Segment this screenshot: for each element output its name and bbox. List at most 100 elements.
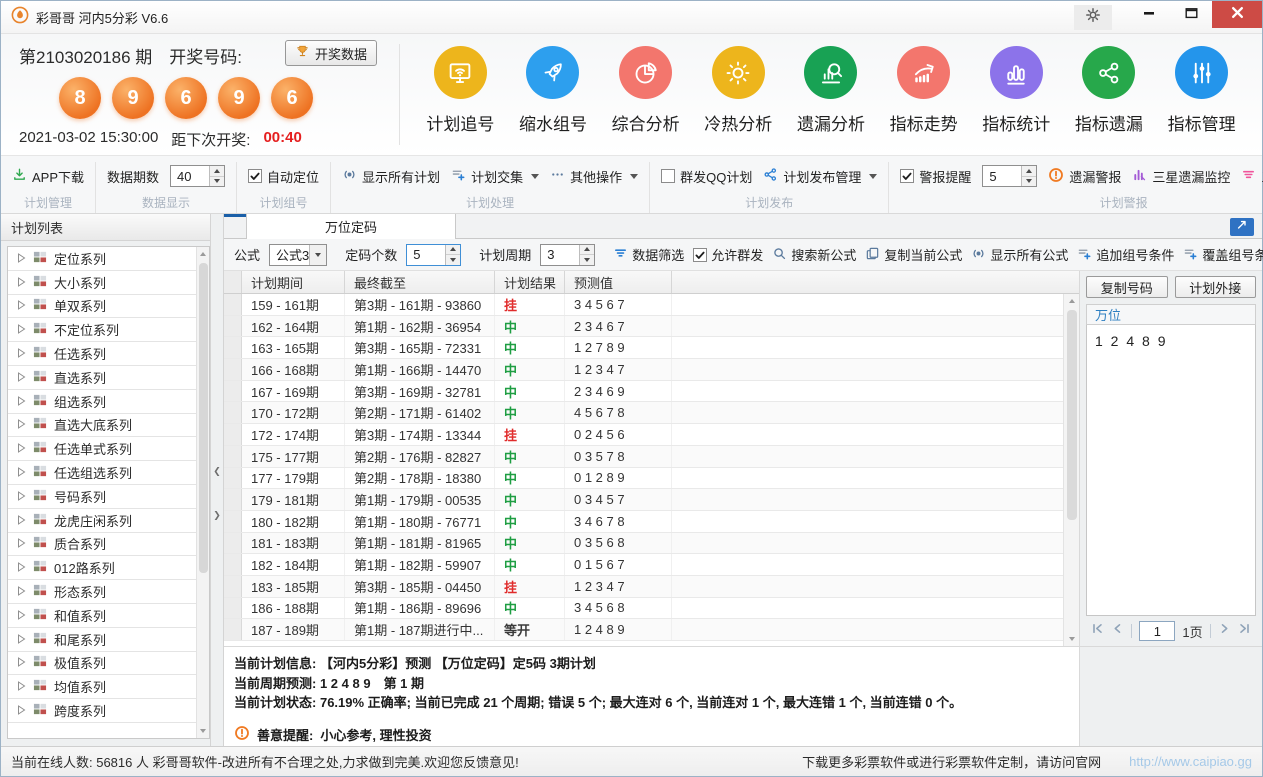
plan-publish-button[interactable]: 计划发布管理 <box>763 167 877 186</box>
table-row[interactable]: 183 - 185期 第3期 - 185期 - 04450 挂 1 2 3 4 … <box>224 576 1063 598</box>
row-selector-cell[interactable] <box>224 554 242 575</box>
app-shortcut[interactable]: 指标统计 <box>982 46 1050 135</box>
sidebar-series-item[interactable]: 跨度系列 <box>8 699 196 723</box>
copy-numbers-button[interactable]: 复制号码 <box>1086 276 1168 298</box>
sidebar-series-item[interactable]: 龙虎庄闲系列 <box>8 509 196 533</box>
expand-right-button[interactable]: ❯ <box>212 506 222 524</box>
table-row[interactable]: 159 - 161期 第3期 - 161期 - 93860 挂 3 4 5 6 … <box>224 294 1063 316</box>
formula-select[interactable]: 公式3 <box>269 244 327 266</box>
table-row[interactable]: 181 - 183期 第1期 - 181期 - 81965 中 0 3 5 6 … <box>224 533 1063 555</box>
expand-arrow-icon[interactable] <box>17 703 26 718</box>
show-all-plans-button[interactable]: 显示所有计划 <box>342 167 440 186</box>
table-row[interactable]: 180 - 182期 第1期 - 180期 - 76771 中 3 4 6 7 … <box>224 511 1063 533</box>
override-condition-button[interactable]: 覆盖组号条件 <box>1183 245 1263 264</box>
spin-down-button[interactable] <box>446 255 460 265</box>
row-selector-cell[interactable] <box>224 316 242 337</box>
expand-arrow-icon[interactable] <box>17 417 26 432</box>
scroll-up-icon[interactable] <box>197 247 209 261</box>
expand-arrow-icon[interactable] <box>17 513 26 528</box>
scrollbar-thumb[interactable] <box>199 263 208 573</box>
expand-arrow-icon[interactable] <box>17 655 26 670</box>
sidebar-series-item[interactable]: 形态系列 <box>8 580 196 604</box>
alert-remind-checkbox[interactable]: 警报提醒 <box>900 167 971 186</box>
row-selector-cell[interactable] <box>224 424 242 445</box>
fixed-count-spinbox[interactable]: 5 <box>406 244 461 266</box>
row-selector-cell[interactable] <box>224 598 242 619</box>
sidebar-scrollbar[interactable] <box>196 247 209 738</box>
sidebar-series-item[interactable]: 不定位系列 <box>8 318 196 342</box>
expand-arrow-icon[interactable] <box>17 298 26 313</box>
sidebar-series-item[interactable]: 和值系列 <box>8 604 196 628</box>
settings-button[interactable] <box>1074 5 1112 30</box>
append-condition-button[interactable]: 追加组号条件 <box>1077 245 1174 264</box>
row-selector-cell[interactable] <box>224 381 242 402</box>
predicted-numbers-box[interactable]: 1 2 4 8 9 <box>1086 325 1256 616</box>
app-shortcut[interactable]: 指标走势 <box>890 46 958 135</box>
data-periods-spinbox[interactable]: 40 <box>170 165 225 187</box>
spin-up-button[interactable] <box>1022 166 1036 177</box>
minimize-button[interactable] <box>1128 1 1170 28</box>
expand-arrow-icon[interactable] <box>17 465 26 480</box>
plan-cycle-spinbox[interactable]: 3 <box>540 244 595 266</box>
sidebar-series-item[interactable]: 任选系列 <box>8 342 196 366</box>
column-header[interactable]: 计划期间 <box>242 271 345 293</box>
table-row[interactable]: 175 - 177期 第2期 - 176期 - 82827 中 0 3 5 7 … <box>224 446 1063 468</box>
expand-arrow-icon[interactable] <box>17 370 26 385</box>
expand-arrow-icon[interactable] <box>17 441 26 456</box>
table-row[interactable]: 187 - 189期 第1期 - 187期进行中... 等开 1 2 4 8 9 <box>224 619 1063 641</box>
row-selector-cell[interactable] <box>224 576 242 597</box>
table-row[interactable]: 182 - 184期 第1期 - 182期 - 59907 中 0 1 5 6 … <box>224 554 1063 576</box>
expand-arrow-icon[interactable] <box>17 346 26 361</box>
data-filter-button[interactable]: 数据筛选 <box>613 245 684 264</box>
table-row[interactable]: 172 - 174期 第3期 - 174期 - 13344 挂 0 2 4 5 … <box>224 424 1063 446</box>
table-row[interactable]: 177 - 179期 第2期 - 178期 - 18380 中 0 1 2 8 … <box>224 468 1063 490</box>
draw-data-button[interactable]: 开奖数据 <box>285 40 377 66</box>
row-selector-cell[interactable] <box>224 511 242 532</box>
app-shortcut[interactable]: 计划追号 <box>426 46 494 135</box>
prev-page-button[interactable] <box>1111 622 1124 640</box>
sidebar-series-item[interactable]: 均值系列 <box>8 675 196 699</box>
sidebar-series-item[interactable]: 极值系列 <box>8 652 196 676</box>
row-selector-cell[interactable] <box>224 619 242 640</box>
expand-arrow-icon[interactable] <box>17 608 26 623</box>
row-selector-cell[interactable] <box>224 446 242 467</box>
sidebar-splitter[interactable]: ❮ ❯ <box>211 214 224 746</box>
app-shortcut[interactable]: 指标遗漏 <box>1075 46 1143 135</box>
sidebar-series-item[interactable]: 质合系列 <box>8 533 196 557</box>
row-selector-cell[interactable] <box>224 294 242 315</box>
row-selector-cell[interactable] <box>224 533 242 554</box>
column-header[interactable]: 计划结果 <box>495 271 565 293</box>
collapse-left-button[interactable]: ❮ <box>212 462 222 480</box>
app-download-button[interactable]: APP下载 <box>12 167 84 186</box>
spin-down-button[interactable] <box>580 255 594 265</box>
expand-view-button[interactable] <box>1230 218 1254 236</box>
table-row[interactable]: 166 - 168期 第1期 - 166期 - 14470 中 1 2 3 4 … <box>224 359 1063 381</box>
expand-arrow-icon[interactable] <box>17 560 26 575</box>
expand-arrow-icon[interactable] <box>17 275 26 290</box>
page-input[interactable]: 1 <box>1139 621 1175 641</box>
row-selector-cell[interactable] <box>224 468 242 489</box>
app-shortcut[interactable]: 遗漏分析 <box>797 46 865 135</box>
row-selector-cell[interactable] <box>224 337 242 358</box>
table-row[interactable]: 179 - 181期 第1期 - 179期 - 00535 中 0 3 4 5 … <box>224 489 1063 511</box>
copy-formula-button[interactable]: 复制当前公式 <box>865 245 962 264</box>
table-row[interactable]: 186 - 188期 第1期 - 186期 - 89696 中 3 4 5 6 … <box>224 598 1063 620</box>
scroll-down-icon[interactable] <box>197 724 209 738</box>
spin-down-button[interactable] <box>1022 177 1036 187</box>
alert-spinbox[interactable]: 5 <box>982 165 1037 187</box>
sidebar-series-item[interactable]: 号码系列 <box>8 485 196 509</box>
sidebar-series-item[interactable]: 012路系列 <box>8 556 196 580</box>
tab-wanwei-dingma[interactable]: 万位定码 <box>246 214 456 239</box>
sidebar-series-item[interactable]: 直选大底系列 <box>8 414 196 438</box>
spin-up-button[interactable] <box>210 166 224 177</box>
expand-arrow-icon[interactable] <box>17 489 26 504</box>
next-page-button[interactable] <box>1218 622 1231 640</box>
expand-arrow-icon[interactable] <box>17 679 26 694</box>
sidebar-series-item[interactable]: 组选系列 <box>8 390 196 414</box>
expand-arrow-icon[interactable] <box>17 632 26 647</box>
close-button[interactable] <box>1212 1 1262 28</box>
expand-arrow-icon[interactable] <box>17 322 26 337</box>
plan-intersection-button[interactable]: 计划交集 <box>451 167 539 186</box>
sidebar-series-item[interactable]: 定位系列 <box>8 247 196 271</box>
app-shortcut[interactable]: 缩水组号 <box>519 46 587 135</box>
